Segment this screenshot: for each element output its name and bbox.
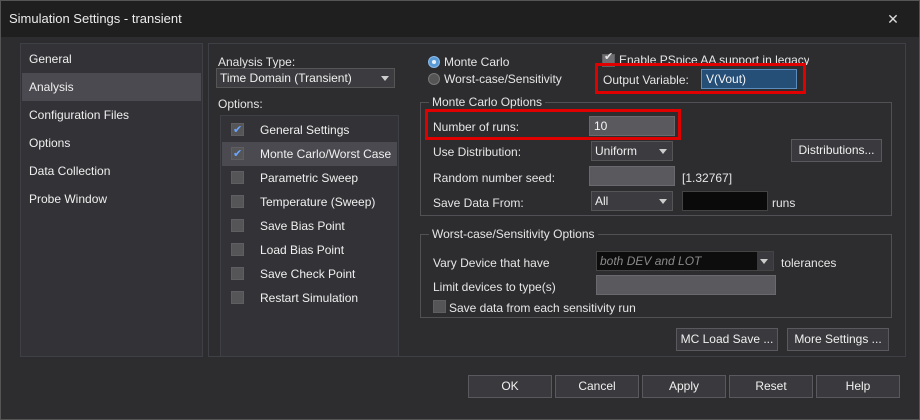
close-icon[interactable]: ✕ (883, 9, 903, 29)
simulation-settings-dialog: Simulation Settings - transient ✕ Genera… (0, 0, 920, 420)
cancel-button[interactable]: Cancel (555, 375, 639, 398)
vary-device-value: both DEV and LOT (600, 254, 702, 268)
runs-input[interactable]: 10 (589, 116, 675, 136)
more-settings-button[interactable]: More Settings ... (787, 328, 889, 351)
chevron-down-icon (659, 199, 667, 204)
settings-sidebar: General Analysis Configuration Files Opt… (20, 43, 203, 357)
analysis-type-label: Analysis Type: (218, 55, 296, 69)
distributions-button[interactable]: Distributions... (791, 139, 882, 162)
option-temperature-sweep[interactable]: Temperature (Sweep) (222, 190, 397, 214)
save-data-label: Save Data From: (433, 196, 524, 210)
enable-pspice-checkbox[interactable] (602, 50, 615, 67)
title-bar: Simulation Settings - transient ✕ (1, 1, 919, 37)
analysis-type-select[interactable]: Time Domain (Transient) (216, 68, 395, 88)
option-save-check-point[interactable]: Save Check Point (222, 262, 397, 286)
enable-pspice-label: Enable PSpice AA support in legacy (619, 53, 809, 65)
option-monte-carlo-worst-case[interactable]: Monte Carlo/Worst Case (222, 142, 397, 166)
tolerances-label: tolerances (781, 256, 837, 270)
option-save-bias-point[interactable]: Save Bias Point (222, 214, 397, 238)
option-general-settings[interactable]: General Settings (222, 118, 397, 142)
check-icon[interactable] (231, 142, 244, 166)
options-list: General Settings Monte Carlo/Worst Case … (220, 115, 399, 357)
chevron-down-icon (760, 259, 768, 264)
sidebar-item-general[interactable]: General (22, 45, 201, 73)
sidebar-item-analysis[interactable]: Analysis (22, 73, 201, 101)
sidebar-item-configuration-files[interactable]: Configuration Files (22, 101, 201, 129)
mc-load-save-button[interactable]: MC Load Save ... (676, 328, 778, 351)
checkbox[interactable] (231, 195, 244, 208)
option-parametric-sweep[interactable]: Parametric Sweep (222, 166, 397, 190)
option-label: Parametric Sweep (260, 171, 359, 185)
chevron-down-icon (659, 149, 667, 154)
monte-carlo-options-title: Monte Carlo Options (429, 95, 546, 109)
limit-devices-input[interactable] (596, 275, 776, 295)
worst-case-label: Worst-case/Sensitivity (444, 72, 562, 86)
seed-input[interactable] (589, 166, 675, 186)
monte-carlo-label: Monte Carlo (444, 55, 510, 69)
distribution-value: Uniform (595, 144, 638, 158)
monte-carlo-radio[interactable] (428, 56, 440, 68)
sidebar-item-options[interactable]: Options (22, 129, 201, 157)
runs-label: Number of runs: (433, 120, 520, 134)
help-button[interactable]: Help (816, 375, 900, 398)
seed-range: [1.32767] (682, 171, 733, 185)
save-data-select[interactable]: All (591, 191, 673, 211)
ok-button[interactable]: OK (468, 375, 552, 398)
option-label: Save Bias Point (260, 219, 345, 233)
checkbox[interactable] (231, 171, 244, 184)
runs-suffix: runs (772, 196, 796, 210)
worst-case-options-title: Worst-case/Sensitivity Options (429, 227, 598, 241)
sidebar-item-probe-window[interactable]: Probe Window (22, 185, 201, 213)
reset-button[interactable]: Reset (729, 375, 813, 398)
seed-label: Random number seed: (433, 171, 556, 185)
checkbox[interactable] (231, 267, 244, 280)
options-label: Options: (218, 97, 263, 111)
chevron-down-icon (381, 76, 389, 81)
checkbox[interactable] (231, 243, 244, 256)
apply-button[interactable]: Apply (642, 375, 726, 398)
worst-case-radio[interactable] (428, 73, 440, 85)
option-label: Restart Simulation (260, 291, 359, 305)
distribution-select[interactable]: Uniform (591, 141, 673, 161)
option-label: Load Bias Point (260, 243, 345, 257)
output-variable-label: Output Variable: (603, 73, 689, 87)
output-variable-input[interactable]: V(Vout) (701, 69, 797, 89)
analysis-type-value: Time Domain (Transient) (220, 71, 352, 85)
check-icon[interactable] (231, 118, 244, 142)
checkbox[interactable] (231, 291, 244, 304)
option-label: Temperature (Sweep) (260, 195, 376, 209)
save-runs-input[interactable] (682, 191, 768, 211)
option-label: General Settings (260, 123, 350, 137)
window-title: Simulation Settings - transient (9, 11, 182, 26)
save-each-sensitivity-checkbox[interactable] (433, 300, 446, 313)
vary-device-label: Vary Device that have (433, 256, 550, 270)
save-data-value: All (595, 194, 609, 208)
limit-devices-label: Limit devices to type(s) (433, 280, 556, 294)
checkbox[interactable] (231, 219, 244, 232)
distribution-label: Use Distribution: (433, 145, 522, 159)
save-each-sensitivity-label: Save data from each sensitivity run (449, 301, 636, 315)
option-label: Save Check Point (260, 267, 356, 281)
vary-device-select[interactable]: both DEV and LOT (596, 251, 774, 271)
option-label: Monte Carlo/Worst Case (260, 147, 392, 161)
enable-pspice-clip: Enable PSpice AA support in legacy (619, 53, 809, 65)
sidebar-item-data-collection[interactable]: Data Collection (22, 157, 201, 185)
option-restart-simulation[interactable]: Restart Simulation (222, 286, 397, 310)
option-load-bias-point[interactable]: Load Bias Point (222, 238, 397, 262)
